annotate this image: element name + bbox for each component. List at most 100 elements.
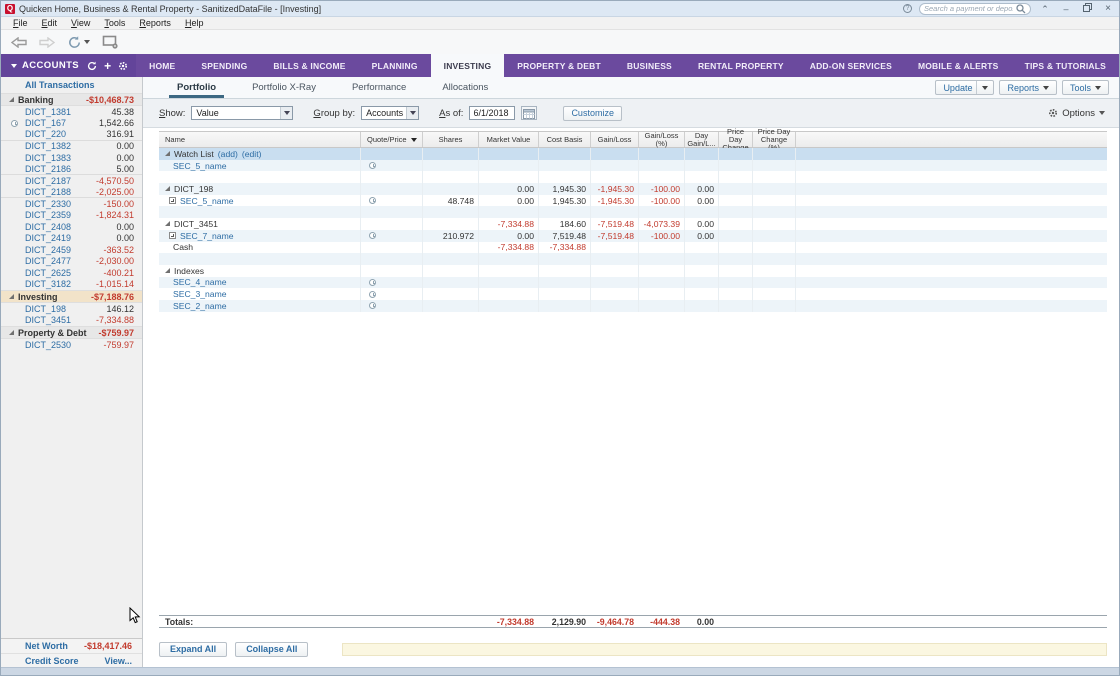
column-header-gain-loss[interactable]: Gain/Loss xyxy=(591,132,639,147)
account-name[interactable]: DICT_1381 xyxy=(25,107,71,117)
account-group-property-debt[interactable]: Property & Debt-$759.97 xyxy=(1,326,142,339)
table-row-sec-7-name[interactable]: SEC_7_name210.9720.007,519.48-7,519.48-1… xyxy=(159,230,1107,242)
menu-reports[interactable]: Reports xyxy=(133,18,177,28)
column-header-shares[interactable]: Shares xyxy=(423,132,479,147)
groupby-select[interactable]: Accounts xyxy=(361,106,419,120)
table-row-dict-198[interactable]: DICT_1980.001,945.30-1,945.30-100.000.00 xyxy=(159,183,1107,195)
expand-all-button[interactable]: Expand All xyxy=(159,642,227,657)
security-link[interactable]: SEC_5_name xyxy=(173,161,227,171)
account-name[interactable]: DICT_2359 xyxy=(25,210,71,220)
tab-bills-income[interactable]: BILLS & INCOME xyxy=(260,54,358,77)
account-name[interactable]: DICT_167 xyxy=(25,118,66,128)
row-collapse-icon[interactable] xyxy=(165,268,170,273)
show-select[interactable]: Value xyxy=(191,106,293,120)
column-header-price-day-change[interactable]: Price Day Change xyxy=(719,132,753,147)
update-button[interactable]: Update xyxy=(935,80,994,95)
account-row-dict-2530[interactable]: DICT_2530-759.97 xyxy=(1,339,142,351)
search-input[interactable]: Search a payment or deposit xyxy=(919,3,1031,15)
account-name[interactable]: DICT_2419 xyxy=(25,233,71,243)
forward-button[interactable] xyxy=(39,37,55,48)
row-collapse-icon[interactable] xyxy=(165,151,170,156)
menu-help[interactable]: Help xyxy=(179,18,210,28)
security-link[interactable]: SEC_7_name xyxy=(180,231,234,241)
gear-icon[interactable] xyxy=(118,61,128,71)
column-header-day-gain-l[interactable]: Day Gain/L... xyxy=(685,132,719,147)
tab-investing[interactable]: INVESTING xyxy=(431,54,505,77)
account-row-dict-167[interactable]: DICT_1671,542.66 xyxy=(1,118,142,130)
watchlist-link-add[interactable]: (add) xyxy=(218,149,238,159)
account-row-dict-2187[interactable]: DICT_2187-4,570.50 xyxy=(1,175,142,187)
account-name[interactable]: DICT_2530 xyxy=(25,340,71,350)
account-name[interactable]: DICT_2459 xyxy=(25,245,71,255)
account-row-dict-2188[interactable]: DICT_2188-2,025.00 xyxy=(1,187,142,199)
account-row-dict-1383[interactable]: DICT_13830.00 xyxy=(1,152,142,164)
one-step-update-button[interactable] xyxy=(67,35,90,50)
account-name[interactable]: DICT_2625 xyxy=(25,268,71,278)
security-link[interactable]: SEC_2_name xyxy=(173,301,227,311)
tab-property-debt[interactable]: PROPERTY & DEBT xyxy=(504,54,614,77)
menu-view[interactable]: View xyxy=(65,18,96,28)
asof-date-input[interactable]: 6/1/2018 xyxy=(469,106,515,120)
account-row-dict-2330[interactable]: DICT_2330-150.00 xyxy=(1,198,142,210)
credit-score-row[interactable]: Credit Score View... xyxy=(1,653,142,667)
refresh-accounts-icon[interactable] xyxy=(87,61,97,71)
column-header-market-value[interactable]: Market Value xyxy=(479,132,539,147)
security-link[interactable]: SEC_5_name xyxy=(180,196,234,206)
expand-plus-icon[interactable] xyxy=(169,232,176,239)
column-header-name[interactable]: Name xyxy=(159,132,361,147)
expand-plus-icon[interactable] xyxy=(169,197,176,204)
subtab-performance[interactable]: Performance xyxy=(334,77,424,98)
customize-toolbar-button[interactable] xyxy=(102,35,119,49)
account-name[interactable]: DICT_2186 xyxy=(25,164,71,174)
add-account-icon[interactable]: + xyxy=(104,61,111,71)
calendar-button[interactable] xyxy=(521,106,537,120)
account-row-dict-1382[interactable]: DICT_13820.00 xyxy=(1,141,142,153)
account-group-investing[interactable]: Investing-$7,188.76 xyxy=(1,290,142,303)
minimize-button[interactable]: – xyxy=(1059,3,1073,15)
options-button[interactable]: Options xyxy=(1048,108,1119,119)
account-name[interactable]: DICT_3451 xyxy=(25,315,71,325)
menu-file[interactable]: File xyxy=(7,18,34,28)
account-name[interactable]: DICT_1383 xyxy=(25,153,71,163)
back-button[interactable] xyxy=(11,37,27,48)
account-name[interactable]: DICT_198 xyxy=(25,304,66,314)
net-worth-row[interactable]: Net Worth -$18,417.46 xyxy=(1,639,142,653)
customize-button[interactable]: Customize xyxy=(563,106,622,121)
all-transactions-link[interactable]: All Transactions xyxy=(1,77,142,93)
subtab-portfolio-x-ray[interactable]: Portfolio X-Ray xyxy=(234,77,334,98)
account-row-dict-2186[interactable]: DICT_21865.00 xyxy=(1,164,142,176)
tab-mobile-alerts[interactable]: MOBILE & ALERTS xyxy=(905,54,1012,77)
column-header-gain-loss[interactable]: Gain/Loss (%) xyxy=(639,132,685,147)
row-collapse-icon[interactable] xyxy=(165,221,170,226)
column-header-cost-basis[interactable]: Cost Basis xyxy=(539,132,591,147)
table-row-sec-2-name[interactable]: SEC_2_name xyxy=(159,300,1107,312)
account-row-dict-3182[interactable]: DICT_3182-1,015.14 xyxy=(1,279,142,291)
account-row-dict-2408[interactable]: DICT_24080.00 xyxy=(1,221,142,233)
subtab-allocations[interactable]: Allocations xyxy=(424,77,506,98)
menu-edit[interactable]: Edit xyxy=(36,18,64,28)
watchlist-link-edit[interactable]: (edit) xyxy=(242,149,262,159)
accounts-header[interactable]: ACCOUNTS + xyxy=(1,54,136,77)
account-row-dict-2477[interactable]: DICT_2477-2,030.00 xyxy=(1,256,142,268)
table-row-sec-5-name[interactable]: SEC_5_name xyxy=(159,160,1107,172)
security-link[interactable]: SEC_3_name xyxy=(173,289,227,299)
tab-rental-property[interactable]: RENTAL PROPERTY xyxy=(685,54,797,77)
credit-score-view-link[interactable]: View... xyxy=(104,656,132,666)
account-row-dict-2459[interactable]: DICT_2459-363.52 xyxy=(1,244,142,256)
account-name[interactable]: DICT_2477 xyxy=(25,256,71,266)
chevron-up-button[interactable]: ⌃ xyxy=(1038,3,1052,15)
column-header-price-day-change[interactable]: Price Day Change (%) xyxy=(753,132,796,147)
account-name[interactable]: DICT_2188 xyxy=(25,187,71,197)
tools-button[interactable]: Tools xyxy=(1062,80,1109,95)
restore-button[interactable] xyxy=(1080,3,1094,15)
menu-tools[interactable]: Tools xyxy=(98,18,131,28)
account-row-dict-2419[interactable]: DICT_24190.00 xyxy=(1,233,142,245)
account-name[interactable]: DICT_2330 xyxy=(25,199,71,209)
table-row-sec-5-name[interactable]: SEC_5_name48.7480.001,945.30-1,945.30-10… xyxy=(159,195,1107,207)
tab-home[interactable]: HOME xyxy=(136,54,188,77)
account-row-dict-3451[interactable]: DICT_3451-7,334.88 xyxy=(1,315,142,327)
tab-business[interactable]: BUSINESS xyxy=(614,54,685,77)
account-name[interactable]: DICT_220 xyxy=(25,129,66,139)
account-row-dict-2359[interactable]: DICT_2359-1,824.31 xyxy=(1,210,142,222)
security-link[interactable]: SEC_4_name xyxy=(173,277,227,287)
